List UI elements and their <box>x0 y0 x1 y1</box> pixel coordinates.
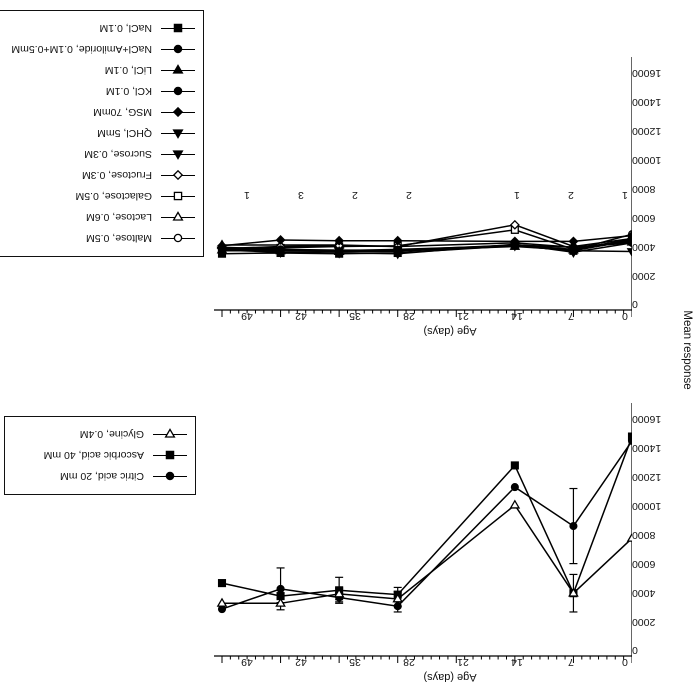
plot-area-bottom <box>214 57 632 317</box>
y-tick-label: 2000 <box>632 616 656 628</box>
y-tick-label: 14000 <box>632 96 662 108</box>
y-tick-label: 8000 <box>632 529 656 541</box>
y-tick-label: 0 <box>632 298 638 310</box>
legend-bottom-label: Galactose, 0.5M <box>75 190 152 203</box>
legend-bottom-label: Lactose, 0.6M <box>86 211 152 224</box>
y-axis-title-wrap: Mean response <box>681 256 698 436</box>
legend-top-item[interactable]: Glycine, 0.4M <box>15 424 187 445</box>
legend-top: Citric acid, 20 mM Ascorbic acid, 40 mM Gl… <box>4 416 196 495</box>
legend-bottom-label: MSG, 70mM <box>93 106 152 119</box>
filled-down-triangle-icon <box>161 64 195 78</box>
legend-bottom-item[interactable]: Galactose, 0.5M <box>9 186 195 207</box>
y-tick-label: 12000 <box>632 125 662 137</box>
legend-top-label: Glycine, 0.4M <box>79 428 144 441</box>
figure-canvas: Mean response Age (days) 0 7 14 21 28 35… <box>0 0 700 691</box>
legend-bottom-label: Sucrose, 0.3M <box>84 148 152 161</box>
legend-bottom-label: NaCl+Amiloride, 0.1M+0.5mM <box>11 43 152 56</box>
y-tick-label: 4000 <box>632 587 656 599</box>
legend-bottom-label: NaCl, 0.1M <box>99 22 152 35</box>
filled-square-icon <box>161 22 195 36</box>
y-tick-label: 14000 <box>632 442 662 454</box>
y-tick-label: 0 <box>632 644 638 656</box>
y-tick-label: 6000 <box>632 212 656 224</box>
legend-top-label: Citric acid, 20 mM <box>59 470 144 483</box>
legend-bottom-item[interactable]: NaCl, 0.1M <box>9 18 195 39</box>
y-tick-label: 16000 <box>632 67 662 79</box>
legend-bottom-item[interactable]: Fructose, 0.3M <box>9 165 195 186</box>
y-tick-label: 6000 <box>632 558 656 570</box>
legend-bottom-item[interactable]: MSG, 70mM <box>9 102 195 123</box>
legend-top-item[interactable]: Citric acid, 20 mM <box>15 466 187 487</box>
filled-up-triangle-icon <box>161 148 195 162</box>
y-tick-label: 2000 <box>632 270 656 282</box>
chart-panel-bottom: Age (days) 0 7 14 21 28 35 42 49 0 2000 … <box>214 39 680 339</box>
open-down-triangle-icon <box>161 211 195 225</box>
y-axis-title: Mean response <box>681 310 693 390</box>
legend-bottom-label: KCl, 0.1M <box>105 85 152 98</box>
y-tick-label: 8000 <box>632 183 656 195</box>
legend-top-item[interactable]: Ascorbic acid, 40 mM <box>15 445 187 466</box>
legend-bottom-label: QHCl, 5mM <box>97 127 152 140</box>
legend-bottom-item[interactable]: QHCl, 5mM <box>9 123 195 144</box>
open-diamond-icon <box>161 169 195 183</box>
filled-circle-icon <box>161 43 195 57</box>
filled-square-icon <box>153 449 187 463</box>
legend-bottom-item[interactable]: Sucrose, 0.3M <box>9 144 195 165</box>
legend-top-label: Ascorbic acid, 40 mM <box>43 449 144 462</box>
open-square-icon <box>161 190 195 204</box>
y-tick-label: 4000 <box>632 241 656 253</box>
legend-bottom-label: Fructose, 0.3M <box>81 169 152 182</box>
y-tick-label: 10000 <box>632 500 662 512</box>
legend-bottom-item[interactable]: Lactose, 0.6M <box>9 207 195 228</box>
plot-area-top <box>214 403 632 663</box>
filled-circle-icon <box>153 470 187 484</box>
legend-bottom-item[interactable]: NaCl+Amiloride, 0.1M+0.5mM <box>9 39 195 60</box>
legend-bottom-item[interactable]: KCl, 0.1M <box>9 81 195 102</box>
filled-diamond-icon <box>161 106 195 120</box>
y-tick-label: 16000 <box>632 413 662 425</box>
filled-circle-icon <box>161 85 195 99</box>
y-tick-label: 12000 <box>632 471 662 483</box>
filled-up-triangle-icon <box>161 127 195 141</box>
legend-bottom-item[interactable]: Maltose, 0.5M <box>9 228 195 249</box>
legend-bottom-label: Maltose, 0.5M <box>86 232 152 245</box>
legend-bottom-label: LiCl, 0.1M <box>104 64 152 77</box>
legend-bottom-item[interactable]: LiCl, 0.1M <box>9 60 195 81</box>
legend-bottom: Maltose, 0.5M Lactose, 0.6M Galactose, 0.5… <box>0 10 204 257</box>
y-tick-label: 10000 <box>632 154 662 166</box>
open-circle-icon <box>161 232 195 246</box>
open-down-triangle-icon <box>153 428 187 442</box>
chart-panel-top: Age (days) 0 7 14 21 28 35 42 49 0 2000 … <box>214 385 680 685</box>
